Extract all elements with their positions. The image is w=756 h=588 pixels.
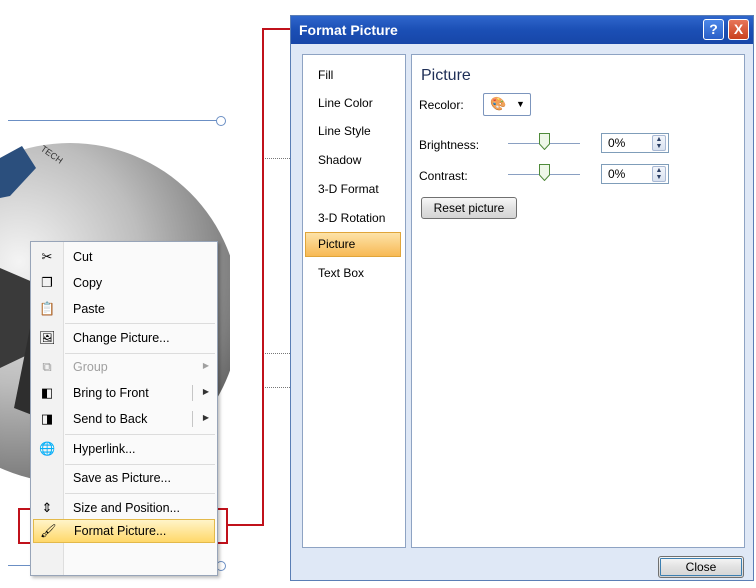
split-divider xyxy=(192,411,193,427)
guide-line xyxy=(262,158,290,159)
brightness-slider-thumb[interactable] xyxy=(538,133,550,150)
send-to-back-icon: ◨ xyxy=(40,411,54,426)
brightness-label: Brightness: xyxy=(419,138,480,152)
menu-item-size-and-position[interactable]: ⇕ Size and Position... xyxy=(31,497,217,519)
format-picture-icon: 🖌 xyxy=(40,523,57,538)
nav-item-text-box[interactable]: Text Box xyxy=(305,261,401,286)
menu-item-paste[interactable]: 📋 Paste xyxy=(31,298,217,320)
guide-line xyxy=(262,353,290,354)
change-picture-icon: 🖼 xyxy=(39,330,56,345)
picture-settings-pane: Picture Recolor: 🎨 ▼ Brightness: 0% ▲ ▼ C… xyxy=(411,54,745,548)
scissors-icon: ✂ xyxy=(41,249,53,264)
contrast-slider-thumb[interactable] xyxy=(538,164,550,181)
menu-item-send-to-back[interactable]: ◨ Send to Back ▶ xyxy=(31,408,217,430)
dialog-titlebar[interactable]: Format Picture ? X xyxy=(291,16,753,44)
menu-item-format-picture[interactable]: 🖌 Format Picture... xyxy=(33,519,215,543)
menu-item-hyperlink[interactable]: 🌐 Hyperlink... xyxy=(31,438,217,460)
menu-item-group[interactable]: ⧉ Group ▶ xyxy=(31,356,217,378)
spin-buttons[interactable]: ▲ ▼ xyxy=(652,166,666,182)
bring-to-front-icon: ◧ xyxy=(40,385,54,400)
category-list: Fill Line Color Line Style Shadow 3-D Fo… xyxy=(302,54,406,548)
menu-item-copy[interactable]: ❐ Copy xyxy=(31,272,217,294)
nav-item-3d-format[interactable]: 3-D Format xyxy=(305,177,401,202)
menu-item-change-picture[interactable]: 🖼 Change Picture... xyxy=(31,327,217,349)
nav-item-shadow[interactable]: Shadow xyxy=(305,148,401,173)
nav-item-3d-rotation[interactable]: 3-D Rotation xyxy=(305,206,401,231)
menu-separator xyxy=(65,464,215,465)
spin-buttons[interactable]: ▲ ▼ xyxy=(652,135,666,151)
callout-line xyxy=(262,28,292,30)
reset-picture-button[interactable]: Reset picture xyxy=(421,197,517,219)
nav-item-line-color[interactable]: Line Color xyxy=(305,91,401,116)
recolor-dropdown[interactable]: 🎨 ▼ xyxy=(483,93,531,116)
help-button[interactable]: ? xyxy=(703,19,724,40)
menu-item-save-as-picture[interactable]: Save as Picture... xyxy=(31,467,217,489)
contrast-label: Contrast: xyxy=(419,169,468,183)
contrast-input[interactable]: 0% ▲ ▼ xyxy=(601,164,669,184)
context-menu: ✂ Cut ❐ Copy 📋 Paste 🖼 Change Picture...… xyxy=(30,241,218,576)
recolor-label: Recolor: xyxy=(419,98,464,112)
callout-line xyxy=(262,28,264,526)
size-position-icon: ⇕ xyxy=(41,500,53,515)
selection-handle-top[interactable] xyxy=(216,116,226,126)
format-picture-dialog: Format Picture ? X Fill Line Color Line … xyxy=(290,15,754,581)
menu-item-cut[interactable]: ✂ Cut xyxy=(31,246,217,268)
recolor-icon: 🎨 xyxy=(490,96,507,111)
menu-item-bring-to-front[interactable]: ◧ Bring to Front ▶ xyxy=(31,382,217,404)
close-window-button[interactable]: X xyxy=(728,19,749,40)
submenu-arrow-icon: ▶ xyxy=(202,361,209,370)
paste-icon: 📋 xyxy=(39,301,56,316)
submenu-arrow-icon[interactable]: ▶ xyxy=(203,413,209,422)
group-icon: ⧉ xyxy=(42,359,52,374)
menu-separator xyxy=(65,493,215,494)
menu-separator xyxy=(65,434,215,435)
menu-separator xyxy=(65,323,215,324)
brightness-input[interactable]: 0% ▲ ▼ xyxy=(601,133,669,153)
close-button[interactable]: Close xyxy=(658,556,744,578)
dialog-title: Format Picture xyxy=(299,22,398,38)
copy-icon: ❐ xyxy=(41,275,53,290)
nav-item-line-style[interactable]: Line Style xyxy=(305,119,401,144)
nav-item-picture[interactable]: Picture xyxy=(305,232,401,257)
section-title: Picture xyxy=(421,67,471,84)
dropdown-arrow-icon: ▼ xyxy=(516,99,525,109)
selection-border-top xyxy=(8,120,218,121)
nav-item-fill[interactable]: Fill xyxy=(305,63,401,88)
menu-separator xyxy=(65,353,215,354)
hyperlink-icon: 🌐 xyxy=(39,441,56,456)
submenu-arrow-icon[interactable]: ▶ xyxy=(203,387,209,396)
callout-line xyxy=(226,524,264,526)
split-divider xyxy=(192,385,193,401)
guide-line xyxy=(262,387,290,388)
